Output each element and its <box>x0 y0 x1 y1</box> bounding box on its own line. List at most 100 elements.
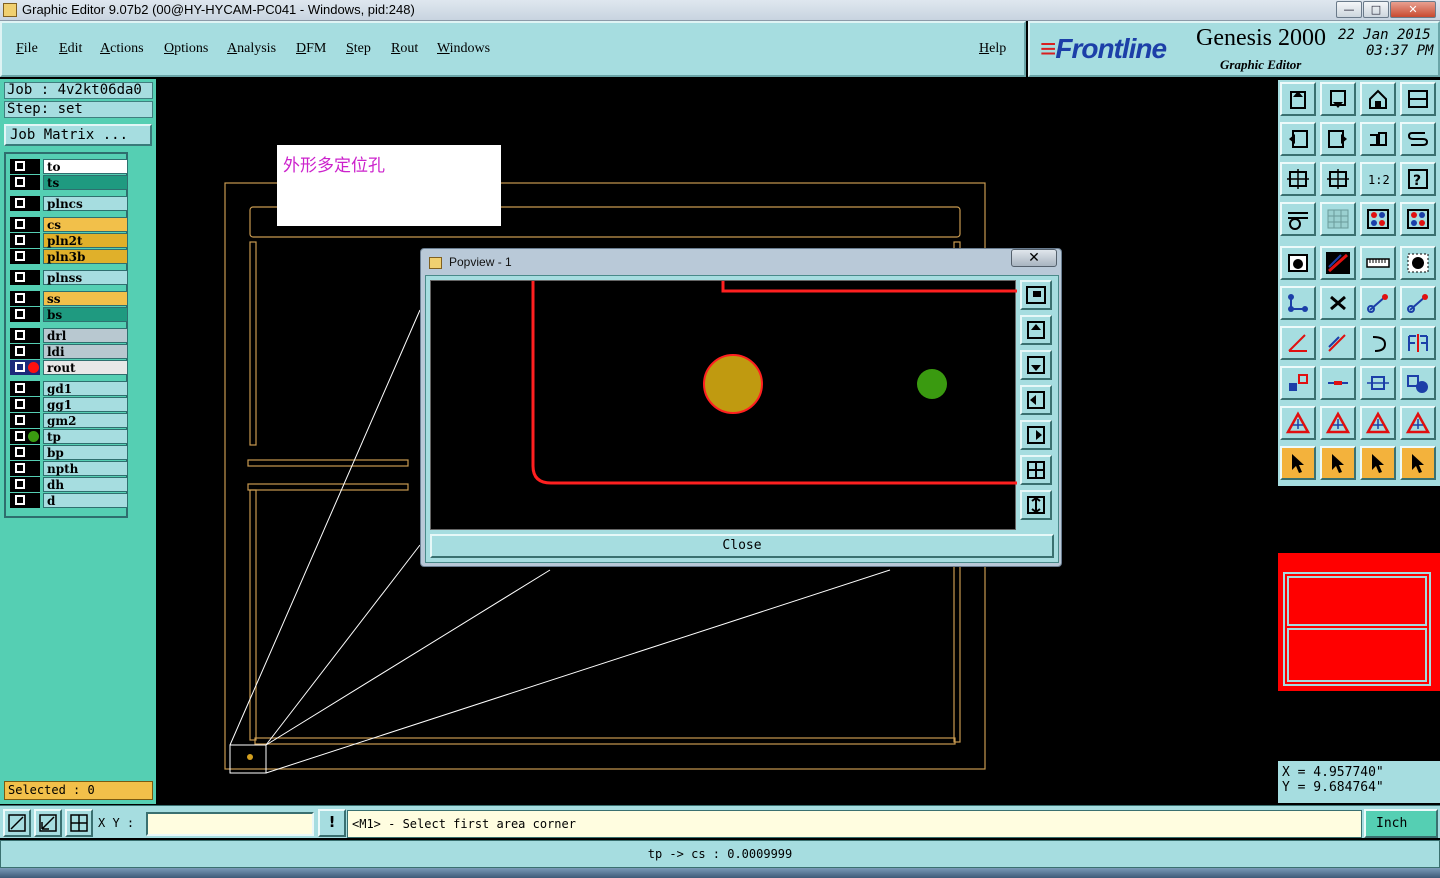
menu-actions[interactable]: Actions <box>100 41 144 57</box>
menu-edit[interactable]: Edit <box>59 41 82 57</box>
redo-button[interactable] <box>1400 122 1436 156</box>
layer-row-bp[interactable]: bp <box>10 445 128 460</box>
layer-name[interactable]: dh <box>43 477 128 492</box>
display-control-button[interactable] <box>1280 202 1316 236</box>
popview-pan-right-button[interactable] <box>1020 420 1052 450</box>
popview-canvas[interactable] <box>430 280 1017 530</box>
layer-checkbox[interactable] <box>10 413 40 428</box>
connect-button[interactable] <box>1280 286 1316 320</box>
layer-name[interactable]: gg1 <box>43 397 128 412</box>
menu-analysis[interactable]: Analysis <box>227 41 276 57</box>
popview-home-button[interactable] <box>1020 490 1052 520</box>
layer-checkbox[interactable] <box>10 270 40 285</box>
job-matrix-button[interactable]: Job Matrix ... <box>4 124 152 146</box>
menu-dfm[interactable]: DFM <box>296 41 326 57</box>
popview-pan-down-button[interactable] <box>1020 350 1052 380</box>
maximize-button[interactable]: □ <box>1363 1 1389 18</box>
home-button[interactable] <box>1360 82 1396 116</box>
select-pad-button[interactable] <box>1280 246 1316 280</box>
layer-name[interactable]: cs <box>43 217 128 232</box>
triangle-4-button[interactable] <box>1400 406 1436 440</box>
popview-pan-left-button[interactable] <box>1020 385 1052 415</box>
polygon-button[interactable] <box>1280 366 1316 400</box>
popview-close-button[interactable]: Close <box>430 534 1054 558</box>
fit-screen-button[interactable] <box>1280 162 1316 196</box>
units-selector[interactable]: Inch <box>1364 809 1438 838</box>
triangle-button[interactable] <box>1280 406 1316 440</box>
layer-name[interactable]: npth <box>43 461 128 476</box>
layer-name[interactable]: gm2 <box>43 413 128 428</box>
layer-row-drl[interactable]: drl <box>10 328 128 343</box>
snap-button[interactable] <box>3 809 31 837</box>
layer-name[interactable]: bp <box>43 445 128 460</box>
close-job-button[interactable] <box>1320 82 1356 116</box>
move-button[interactable] <box>1360 286 1396 320</box>
menu-help[interactable]: Help <box>979 41 1006 57</box>
open-job-button[interactable] <box>1280 82 1316 116</box>
layer-checkbox[interactable] <box>10 249 40 264</box>
graphic-view-button[interactable] <box>1400 82 1436 116</box>
layer-name[interactable]: plncs <box>43 196 128 211</box>
layer-row-tp[interactable]: tp <box>10 429 128 444</box>
edit-line-button[interactable] <box>1320 326 1356 360</box>
layer-name[interactable]: ss <box>43 291 128 306</box>
warning-button[interactable]: ! <box>318 809 346 837</box>
layer-checkbox[interactable] <box>10 461 40 476</box>
layer-checkbox[interactable] <box>10 328 40 343</box>
zoom-1-2-button[interactable]: 1:2 <box>1360 162 1396 196</box>
pan-right-button[interactable] <box>1320 122 1356 156</box>
minimize-button[interactable]: — <box>1336 1 1362 18</box>
layer-row-gm2[interactable]: gm2 <box>10 413 128 428</box>
layer-row-plncs[interactable]: plncs <box>10 196 128 211</box>
layer-checkbox[interactable] <box>10 344 40 359</box>
layer-name[interactable]: pln2t <box>43 233 128 248</box>
layer-row-to[interactable]: to <box>10 159 128 174</box>
pointer-button[interactable] <box>1280 446 1316 480</box>
zoom-home-button[interactable] <box>1320 162 1356 196</box>
layer-checkbox[interactable] <box>10 307 40 322</box>
measure-button[interactable] <box>34 809 62 837</box>
layer-row-gg1[interactable]: gg1 <box>10 397 128 412</box>
grid-toggle-button[interactable] <box>1320 202 1356 236</box>
layer-checkbox[interactable] <box>10 233 40 248</box>
menu-step[interactable]: Step <box>346 41 371 57</box>
layer-name[interactable]: rout <box>43 360 128 375</box>
xy-input[interactable] <box>146 812 314 836</box>
rotate-button[interactable] <box>1360 326 1396 360</box>
menu-rout[interactable]: Rout <box>391 41 418 57</box>
layer-row-pln3b[interactable]: pln3b <box>10 249 128 264</box>
layer-name[interactable]: bs <box>43 307 128 322</box>
layer-name[interactable]: gd1 <box>43 381 128 396</box>
triangle-2-button[interactable] <box>1320 406 1356 440</box>
layer-checkbox[interactable] <box>10 445 40 460</box>
layer-name[interactable]: plnss <box>43 270 128 285</box>
layer-row-gd1[interactable]: gd1 <box>10 381 128 396</box>
layer-row-rout[interactable]: rout <box>10 360 128 375</box>
pointer-3-button[interactable] <box>1360 446 1396 480</box>
layer-row-pln2t[interactable]: pln2t <box>10 233 128 248</box>
layer-row-ss[interactable]: ss <box>10 291 128 306</box>
layer-name[interactable]: drl <box>43 328 128 343</box>
layer-name[interactable]: tp <box>43 429 128 444</box>
pointer-2-button[interactable] <box>1320 446 1356 480</box>
stretch-button[interactable] <box>1360 366 1396 400</box>
layer-row-dh[interactable]: dh <box>10 477 128 492</box>
layer-name[interactable]: d <box>43 493 128 508</box>
pointer-4-button[interactable] <box>1400 446 1436 480</box>
array-button[interactable] <box>1400 366 1436 400</box>
layer-checkbox[interactable] <box>10 397 40 412</box>
layer-name[interactable]: ldi <box>43 344 128 359</box>
line-tool-button[interactable] <box>1320 246 1356 280</box>
ruler-button[interactable] <box>1360 246 1396 280</box>
layer-row-d[interactable]: d <box>10 493 128 508</box>
copy-button[interactable] <box>1400 286 1436 320</box>
popview-pan-up-button[interactable] <box>1020 315 1052 345</box>
popview-zoom-button[interactable] <box>1020 280 1052 310</box>
circle-button[interactable] <box>1400 246 1436 280</box>
layer-checkbox[interactable] <box>10 159 40 174</box>
step-preview[interactable] <box>1278 553 1440 691</box>
layer-row-ldi[interactable]: ldi <box>10 344 128 359</box>
angle-button[interactable] <box>1280 326 1316 360</box>
feature-filter-2-button[interactable] <box>1400 202 1436 236</box>
close-window-button[interactable]: ✕ <box>1390 1 1436 18</box>
